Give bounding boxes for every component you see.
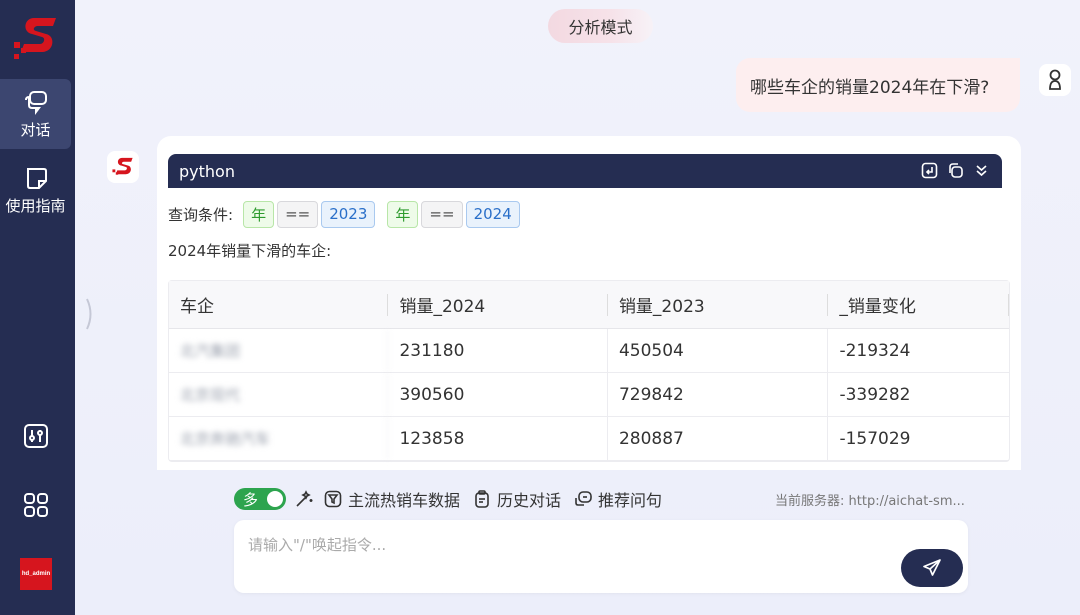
table-cell: 231180 — [388, 329, 608, 372]
condition-field-tag: 年 — [243, 200, 275, 228]
server-info: 当前服务器: http://aichat-sm... — [775, 494, 965, 509]
code-language: python — [179, 161, 235, 181]
user-avatar — [1039, 64, 1071, 96]
table-row: 北汽集团 231180 450504 -219324 — [169, 329, 1009, 373]
sidebar: 对话 使用指南 hd_admin — [0, 0, 75, 615]
input-toolbar: 多 主流热销车数据 历史对话 推荐问句 — [234, 486, 675, 512]
condition-value-tag: 2024 — [465, 200, 520, 228]
nav-chat-label: 对话 — [20, 120, 51, 139]
clipboard-icon — [475, 490, 489, 508]
bot-logo-icon — [112, 157, 133, 175]
filter-icon — [324, 490, 342, 508]
sidebar-expand-icon[interactable] — [84, 296, 98, 332]
copy-icon[interactable] — [947, 162, 964, 179]
table-cell: 729842 — [608, 373, 829, 416]
table-cell-company: 北汽集团 — [169, 329, 389, 372]
settings-sliders-icon[interactable] — [22, 422, 50, 450]
user-icon — [1049, 69, 1061, 90]
toolbar-item-label: 主流热销车数据 — [348, 491, 461, 510]
column-header[interactable]: 车企 — [169, 281, 389, 328]
send-icon — [923, 559, 941, 576]
column-header[interactable]: 销量_2023 — [608, 281, 829, 328]
toolbar-item-label: 推荐问句 — [598, 491, 663, 510]
table-cell: -157029 — [839, 428, 911, 449]
code-block-header[interactable]: python — [168, 154, 1002, 188]
result-table: 车企 销量_2024 销量_2023 _销量变化 北汽集团 231180 450… — [168, 280, 1010, 462]
avatar-label: hd_admin — [21, 571, 51, 577]
toolbar-item-recommend[interactable]: 推荐问句 — [574, 487, 662, 511]
multi-toggle[interactable]: 多 — [234, 488, 286, 510]
mode-indicator[interactable]: 分析模式 — [548, 9, 653, 43]
table-cell: -339282 — [839, 384, 911, 405]
mode-label: 分析模式 — [568, 18, 633, 37]
bot-response-card: python 查询条件: 年 == 2023 年 == 2024 2024年销量… — [157, 136, 1021, 470]
toolbar-item-hot-cars[interactable]: 主流热销车数据 — [324, 487, 460, 511]
chevron-down-icon[interactable] — [973, 162, 990, 179]
condition-op-tag: == — [277, 200, 319, 228]
result-title: 2024年销量下滑的车企: — [168, 242, 332, 260]
send-button[interactable] — [901, 549, 963, 587]
user-message: 哪些车企的销量2024年在下滑? — [736, 58, 1020, 112]
query-conditions: 查询条件: 年 == 2023 年 == 2024 — [168, 200, 523, 228]
chat-input[interactable] — [248, 534, 888, 574]
chat-input-box — [234, 520, 968, 593]
user-message-text: 哪些车企的销量2024年在下滑? — [750, 77, 990, 98]
table-header: 车企 销量_2024 销量_2023 _销量变化 — [169, 281, 1009, 329]
nav-guide[interactable]: 使用指南 — [0, 155, 71, 225]
table-cell-company: 北京奔驰汽车 — [169, 417, 389, 460]
column-header[interactable]: 销量_2024 — [388, 281, 609, 328]
toolbar-item-label: 历史对话 — [497, 491, 562, 510]
chat-icon — [24, 90, 47, 115]
table-cell: 450504 — [608, 329, 829, 372]
table-row: 北京奔驰汽车 123858 280887 -157029 — [169, 417, 1009, 461]
nav-chat[interactable]: 对话 — [0, 79, 71, 149]
avatar[interactable]: hd_admin — [20, 558, 52, 590]
toggle-label: 多 — [243, 490, 259, 509]
table-cell: 390560 — [388, 373, 608, 416]
brand-logo — [14, 18, 56, 59]
toggle-knob — [267, 491, 283, 507]
table-cell: 123858 — [388, 417, 608, 460]
table-row: 北京现代 390560 729842 -339282 — [169, 373, 1009, 417]
toolbar-item-history[interactable]: 历史对话 — [473, 487, 561, 511]
bot-avatar — [107, 151, 139, 183]
magic-wand-icon[interactable] — [294, 489, 314, 509]
condition-field-tag: 年 — [387, 200, 419, 228]
guide-icon — [26, 167, 47, 189]
question-chat-icon — [575, 491, 592, 506]
column-header[interactable]: _销量变化 — [828, 281, 1009, 328]
table-cell: -219324 — [839, 340, 911, 361]
apps-grid-icon[interactable] — [22, 491, 50, 519]
condition-op-tag: == — [421, 200, 463, 228]
condition-label: 查询条件: — [168, 205, 234, 224]
condition-value-tag: 2023 — [321, 200, 376, 228]
insert-code-icon[interactable] — [921, 162, 938, 179]
table-cell: 280887 — [608, 417, 829, 460]
table-cell-company: 北京现代 — [169, 373, 389, 416]
nav-guide-label: 使用指南 — [5, 196, 66, 215]
